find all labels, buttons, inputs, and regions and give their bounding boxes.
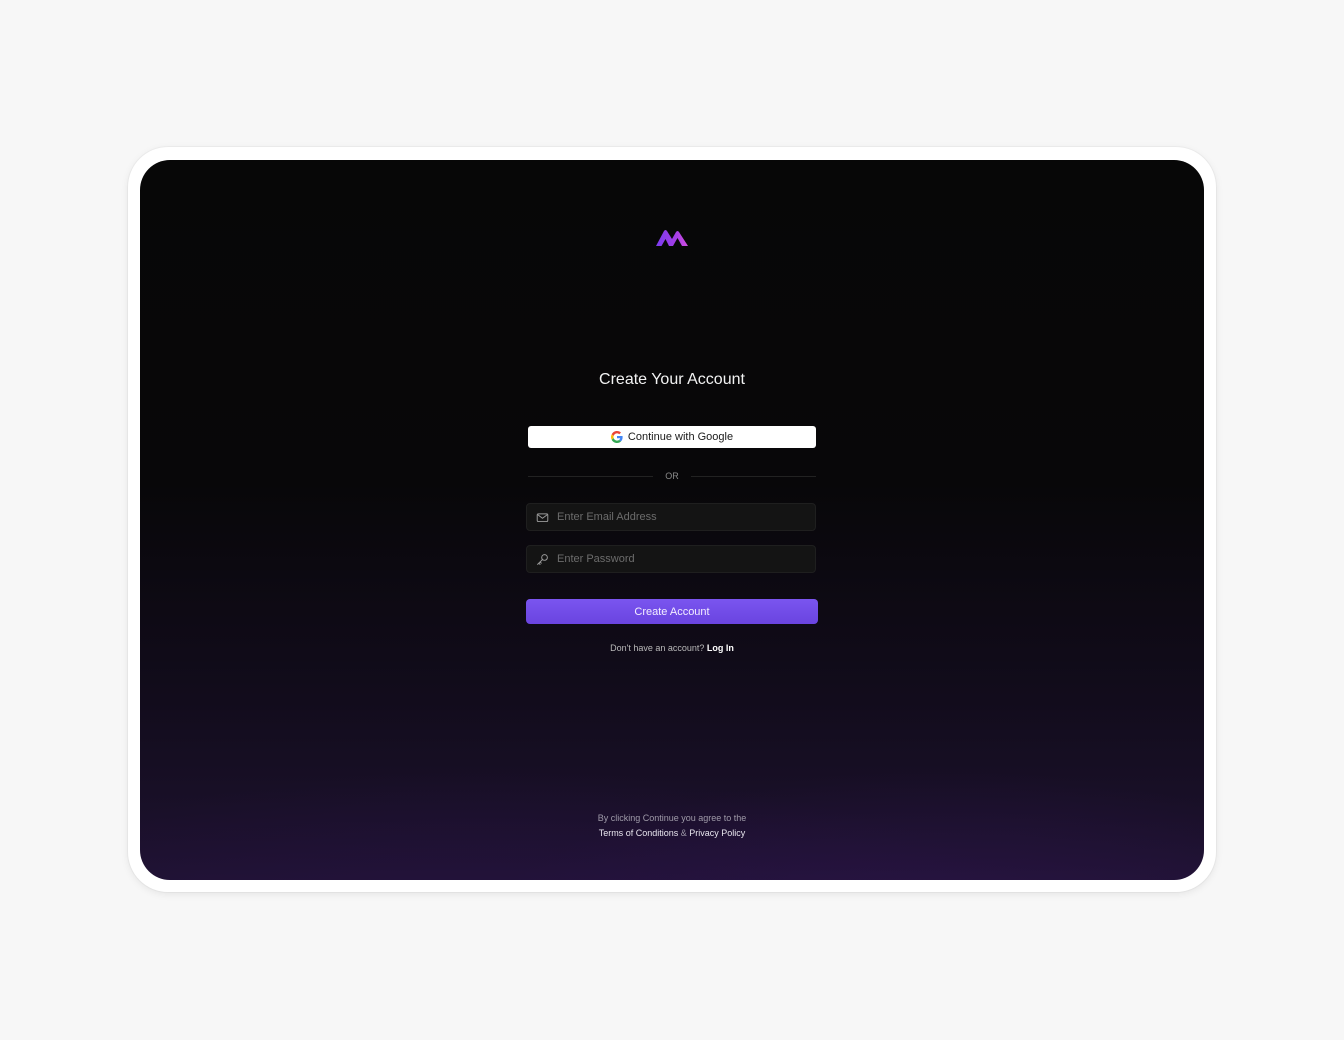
login-prompt: Don't have an account? Log In bbox=[140, 643, 1204, 653]
email-input[interactable] bbox=[555, 510, 799, 524]
terms-link[interactable]: Terms of Conditions bbox=[599, 828, 679, 838]
or-divider: OR bbox=[528, 470, 816, 482]
divider-line-left bbox=[528, 475, 654, 477]
key-icon bbox=[536, 553, 549, 566]
legal-notice: By clicking Continue you agree to the Te… bbox=[140, 811, 1204, 841]
legal-links: Terms of Conditions & Privacy Policy bbox=[140, 826, 1204, 841]
divider-line-right bbox=[690, 475, 816, 477]
google-signin-button[interactable]: Continue with Google bbox=[528, 426, 816, 448]
google-icon bbox=[610, 431, 623, 443]
privacy-link[interactable]: Privacy Policy bbox=[689, 828, 745, 838]
email-field[interactable] bbox=[526, 503, 816, 531]
mail-icon bbox=[536, 511, 549, 524]
divider-label: OR bbox=[665, 471, 679, 481]
google-signin-label: Continue with Google bbox=[627, 431, 734, 443]
legal-prefix: By clicking Continue you agree to the bbox=[597, 813, 747, 823]
create-account-button[interactable]: Create Account bbox=[526, 599, 818, 624]
login-prompt-text: Don't have an account? bbox=[610, 643, 705, 653]
page-title: Create Your Account bbox=[599, 371, 745, 388]
legal-separator: & bbox=[680, 828, 687, 838]
m-wave-logo-icon bbox=[656, 230, 688, 246]
password-input[interactable] bbox=[555, 552, 799, 566]
device-frame: Create Your Account Continue with Google… bbox=[128, 147, 1216, 892]
login-link[interactable]: Log In bbox=[707, 643, 734, 653]
auth-screen: Create Your Account Continue with Google… bbox=[140, 160, 1204, 880]
password-field[interactable] bbox=[526, 545, 816, 573]
